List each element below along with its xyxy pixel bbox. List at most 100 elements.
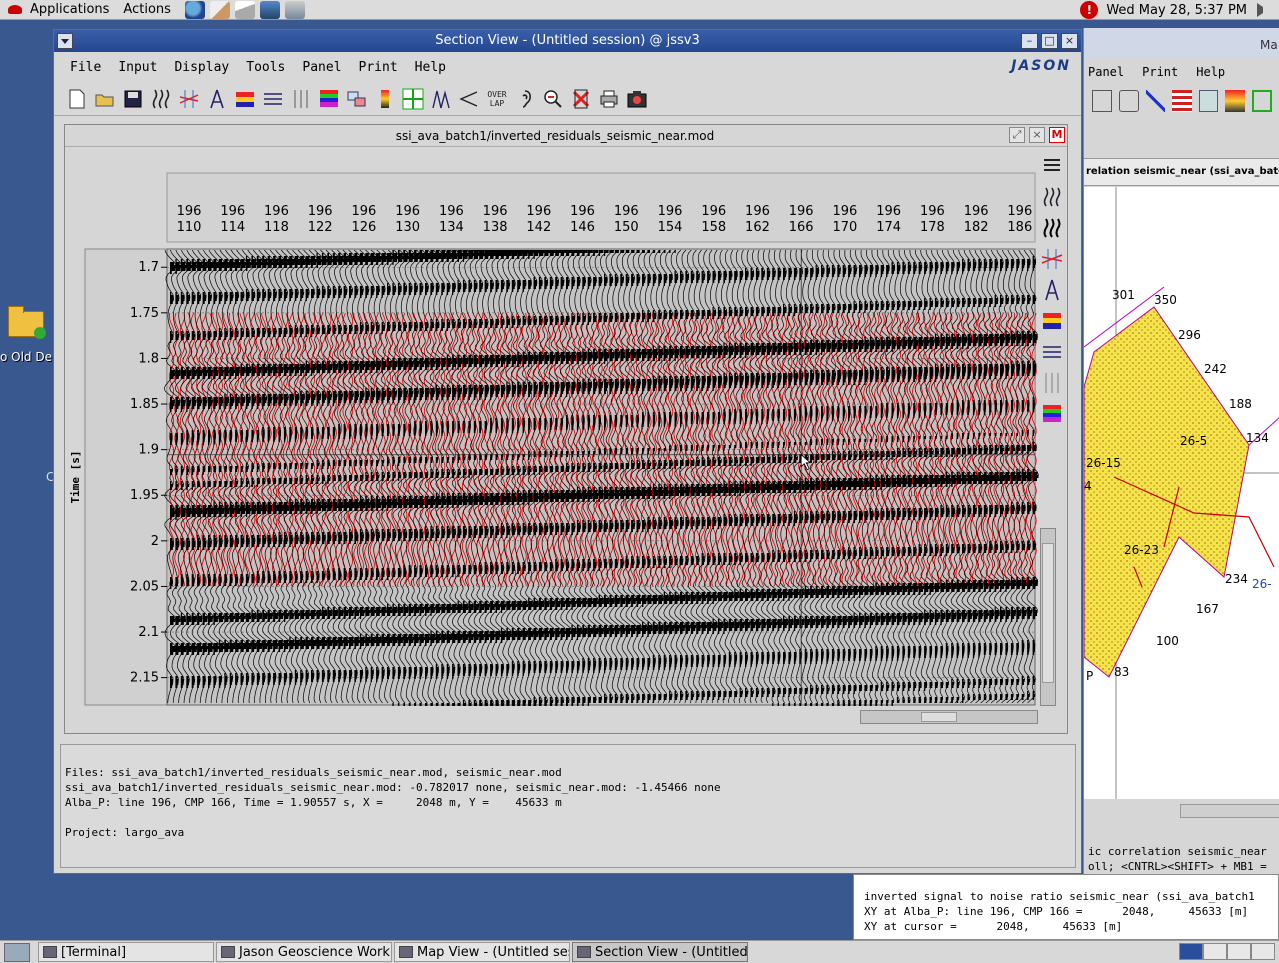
actions-menu[interactable]: Actions: [123, 2, 171, 17]
browser-launcher-icon[interactable]: [184, 0, 205, 19]
menu-display[interactable]: Display: [174, 60, 229, 75]
menu-tools[interactable]: Tools: [246, 60, 285, 75]
workspace-3[interactable]: [1227, 943, 1251, 960]
menu-input[interactable]: Input: [118, 60, 157, 75]
close-button[interactable]: ×: [1061, 33, 1078, 49]
color-fill-side-icon[interactable]: [1041, 310, 1063, 332]
horizon-pick-side-icon[interactable]: [1041, 248, 1063, 270]
map-info-line: oll; <CNTRL><SHIFT> + MB1 =: [1088, 860, 1274, 873]
colorbar-side-icon[interactable]: [1041, 403, 1063, 425]
panel-close-button[interactable]: ×: [1029, 127, 1045, 143]
desktop-folder-label[interactable]: o Old De: [0, 350, 52, 364]
task-map-view[interactable]: Map View - (Untitled sess: [394, 942, 570, 962]
map-label: 4: [1084, 479, 1092, 493]
cmp-number-label: 142: [526, 220, 551, 235]
clear-icon[interactable]: [570, 88, 592, 110]
save-icon[interactable]: [122, 88, 144, 110]
show-desktop-icon[interactable]: [4, 942, 30, 962]
crossline-icon[interactable]: [1145, 90, 1166, 112]
colormap-icon[interactable]: [374, 88, 396, 110]
well-map-icon[interactable]: [1118, 90, 1139, 112]
menu-file[interactable]: File: [70, 60, 101, 75]
wiggle-traces-icon[interactable]: [150, 88, 172, 110]
edit-launcher-icon[interactable]: [234, 0, 255, 19]
map-menu-help[interactable]: Help: [1196, 65, 1225, 79]
mail-launcher-icon[interactable]: [209, 0, 230, 19]
menu-print[interactable]: Print: [359, 60, 398, 75]
open-folder-icon[interactable]: [94, 88, 116, 110]
overlay-panels-icon[interactable]: [346, 88, 368, 110]
window-titlebar[interactable]: Section View - (Untitled session) @ jssv…: [54, 30, 1081, 52]
desktop-folder-icon[interactable]: [6, 305, 46, 339]
traces-side-icon[interactable]: [1041, 372, 1063, 394]
horizons-icon[interactable]: [262, 88, 284, 110]
trace-plot-icon[interactable]: [430, 88, 452, 110]
color-bar-icon[interactable]: [318, 88, 340, 110]
cmp-line-label: 196: [177, 204, 202, 219]
angle-icon[interactable]: [458, 88, 480, 110]
horizontal-scroll-thumb[interactable]: [921, 712, 957, 722]
menu-help[interactable]: Help: [415, 60, 446, 75]
workspace-pager: [1179, 943, 1275, 960]
panel-maximize-button[interactable]: ⤢: [1009, 127, 1025, 143]
task-label: Section View - (Untitled s: [595, 944, 748, 960]
horizon-map-icon[interactable]: [1172, 90, 1192, 112]
printer-launcher-icon[interactable]: [284, 0, 305, 19]
cmp-line-label: 196: [789, 204, 814, 219]
clock[interactable]: Wed May 28, 5:37 PM: [1106, 3, 1247, 18]
vertical-scrollbar[interactable]: [1040, 528, 1056, 706]
horizons-side-icon[interactable]: [1041, 341, 1063, 363]
map-window-title[interactable]: Ma: [1084, 28, 1279, 58]
panels-map-icon[interactable]: [1198, 90, 1219, 112]
print-icon[interactable]: [598, 88, 620, 110]
overlap-icon[interactable]: OVER LAP: [486, 88, 508, 110]
panel-mode-button[interactable]: M: [1049, 127, 1065, 143]
minimize-button[interactable]: –: [1021, 33, 1038, 49]
vertical-scroll-thumb[interactable]: [1042, 543, 1054, 683]
well-side-icon[interactable]: [1041, 279, 1063, 301]
list-icon[interactable]: [1041, 155, 1063, 177]
map-label: 301: [1112, 288, 1135, 302]
map-area[interactable]: 301 350 296 242 188 134 4 26-15 26-5 26-…: [1084, 187, 1279, 799]
map-info-line: ic correlation seismic_near: [1088, 845, 1267, 858]
wiggle-fill-icon[interactable]: [1041, 217, 1063, 239]
seismic-section-plot[interactable]: 1961101961141961181961221961261961301961…: [65, 148, 1040, 733]
document-launcher-icon[interactable]: [259, 0, 280, 19]
map-horizontal-scrollbar[interactable]: [1180, 804, 1279, 818]
task-section-view[interactable]: Section View - (Untitled s: [572, 942, 748, 962]
task-terminal[interactable]: [Terminal]: [38, 942, 214, 962]
snapshot-icon[interactable]: [626, 88, 648, 110]
menu-panel[interactable]: Panel: [302, 60, 341, 75]
time-tick-label: 1.75: [130, 306, 159, 321]
colorbar-map-icon[interactable]: [1225, 90, 1246, 112]
wiggle-icon[interactable]: [1041, 186, 1063, 208]
grid-icon[interactable]: [402, 88, 424, 110]
panel-side-toolbar: [1041, 155, 1067, 434]
ear-icon[interactable]: [514, 88, 536, 110]
well-icon[interactable]: [206, 88, 228, 110]
volume-icon[interactable]: [1257, 3, 1271, 17]
zoom-out-icon[interactable]: [542, 88, 564, 110]
horizon-pick-icon[interactable]: [178, 88, 200, 110]
workspace-4[interactable]: [1251, 943, 1275, 960]
new-file-icon[interactable]: [66, 88, 88, 110]
update-alert-icon[interactable]: !: [1080, 1, 1099, 19]
task-jason-workbench[interactable]: Jason Geoscience Workb: [216, 942, 392, 962]
color-fill-icon[interactable]: [234, 88, 256, 110]
map-label: 167: [1196, 602, 1219, 616]
polygon-icon[interactable]: [1092, 90, 1112, 112]
panel-titlebar[interactable]: ssi_ava_batch1/inverted_residuals_seismi…: [65, 125, 1067, 147]
horizontal-scrollbar[interactable]: [860, 710, 1038, 724]
traces-icon[interactable]: [290, 88, 312, 110]
redhat-icon[interactable]: [6, 3, 24, 17]
cmp-number-label: 166: [789, 220, 814, 235]
workspace-1[interactable]: [1179, 943, 1203, 960]
map-label: 242: [1204, 362, 1227, 376]
map-menu-panel[interactable]: Panel: [1088, 65, 1124, 79]
section-view-window: Section View - (Untitled session) @ jssv…: [53, 29, 1082, 874]
workspace-2[interactable]: [1203, 943, 1227, 960]
map-menu-print[interactable]: Print: [1142, 65, 1178, 79]
applications-menu[interactable]: Applications: [30, 2, 109, 17]
maximize-button[interactable]: □: [1041, 33, 1058, 49]
grid-map-icon[interactable]: [1252, 90, 1273, 112]
